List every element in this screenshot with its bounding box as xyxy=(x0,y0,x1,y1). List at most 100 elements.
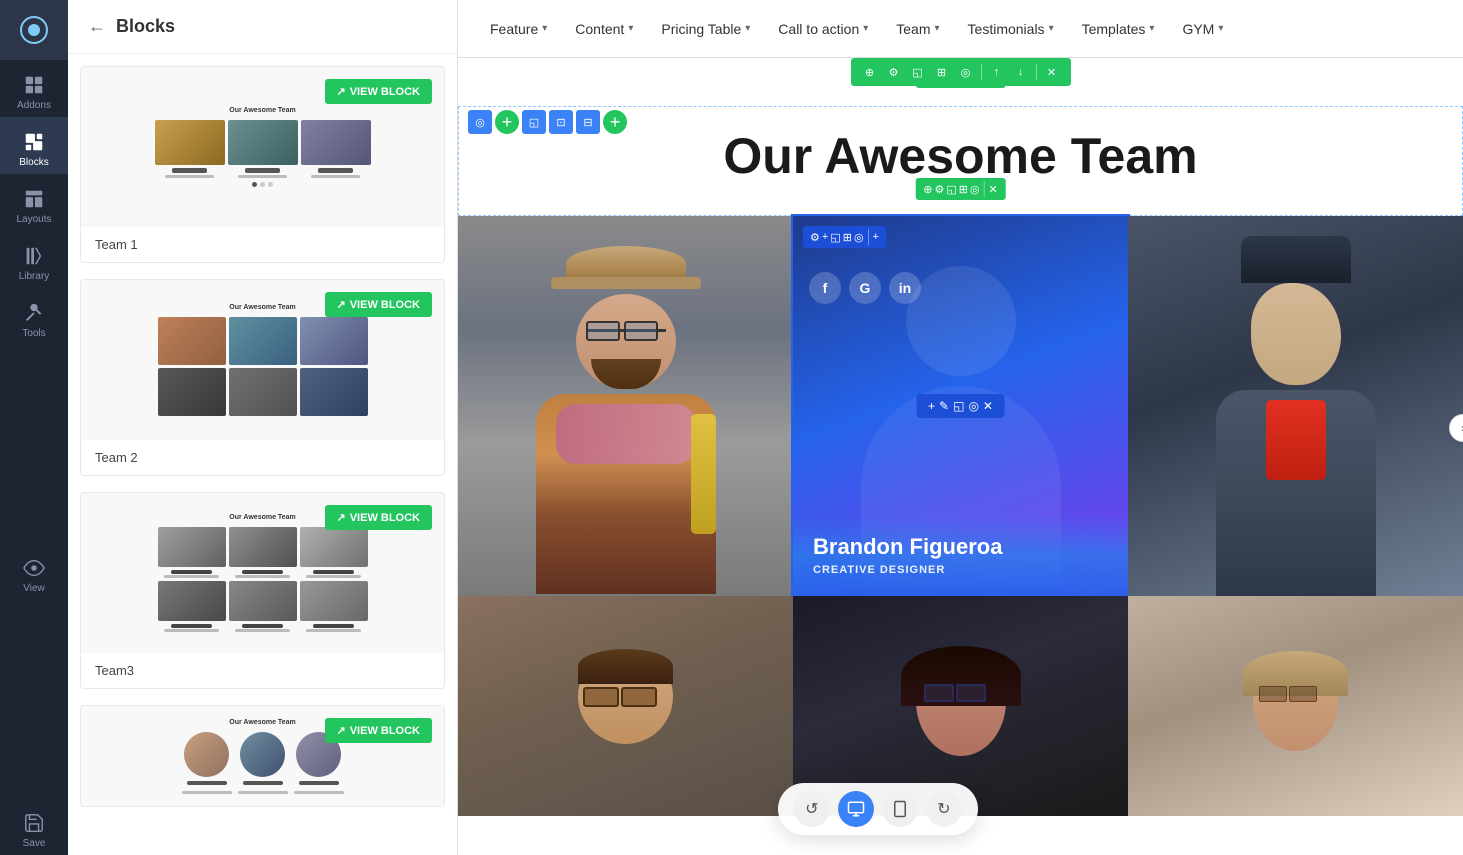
nav-gym[interactable]: GYM ▾ xyxy=(1170,13,1235,45)
back-arrow-icon[interactable]: ← xyxy=(88,16,106,37)
block-preview-team3[interactable]: ↗ VIEW BLOCK Our Awesome Team xyxy=(81,493,444,653)
chevron-down-icon: ▾ xyxy=(1149,23,1154,34)
card-visible-icon[interactable]: ◎ xyxy=(968,399,978,413)
chevron-down-icon: ▾ xyxy=(1049,23,1054,34)
chevron-down-icon: ▾ xyxy=(935,23,940,34)
row-clone-icon[interactable]: ⊞ xyxy=(931,61,953,83)
col-add-icon[interactable]: + xyxy=(822,231,828,243)
nav-cta[interactable]: Call to action ▾ xyxy=(766,13,880,45)
row-up-icon[interactable]: ↑ xyxy=(986,61,1008,83)
sidebar-item-save[interactable]: Save xyxy=(0,798,68,855)
page-title: Our Awesome Team xyxy=(459,127,1462,185)
view-block-btn-team3[interactable]: ↗ VIEW BLOCK xyxy=(325,505,433,530)
link-icon[interactable]: ⊡ xyxy=(549,110,573,134)
grid-row-toolbar: ⊕ ⚙ ◱ ⊞ ◎ ✕ xyxy=(915,178,1006,200)
bottom-photo-1 xyxy=(458,596,793,816)
block-preview-team2[interactable]: ↗ VIEW BLOCK Our Awesome Team xyxy=(81,280,444,440)
nav-team[interactable]: Team ▾ xyxy=(884,13,951,45)
blocks-panel-header: ← Blocks › xyxy=(68,0,457,54)
card-add-icon[interactable]: + xyxy=(928,399,935,413)
block-preview-team1[interactable]: ↗ VIEW BLOCK Our Awesome Team xyxy=(81,67,444,227)
block-item-team3: ↗ VIEW BLOCK Our Awesome Team xyxy=(80,492,445,689)
redo-button[interactable]: ↻ xyxy=(926,791,962,827)
tablet-view-button[interactable] xyxy=(882,791,918,827)
block-item-team4: ↗ VIEW BLOCK Our Awesome Team xyxy=(80,705,445,807)
bottom-toolbar: ↺ ↻ xyxy=(778,783,978,835)
chevron-down-icon: ▾ xyxy=(863,23,868,34)
sidebar-item-view[interactable]: View xyxy=(0,543,68,600)
app-logo xyxy=(0,0,68,60)
add-col-controls: ◎ + ◱ ⊡ ⊟ + xyxy=(468,110,627,134)
block-name-team2: Team 2 xyxy=(81,440,444,475)
chevron-down-icon: ▾ xyxy=(745,23,750,34)
team-photo-1 xyxy=(458,216,793,596)
facebook-icon[interactable]: f xyxy=(809,272,841,304)
view-block-btn-team4[interactable]: ↗ VIEW BLOCK xyxy=(325,718,433,743)
row-copy-icon[interactable]: ◱ xyxy=(907,61,929,83)
block-item-team2: ↗ VIEW BLOCK Our Awesome Team Team 2 xyxy=(80,279,445,476)
view-block-btn-team1[interactable]: ↗ VIEW BLOCK xyxy=(325,79,433,104)
chevron-down-icon: ▾ xyxy=(1218,23,1223,34)
col-clone-icon[interactable]: ⊞ xyxy=(843,231,852,244)
main-content: Feature ▾ Content ▾ Pricing Table ▾ Call… xyxy=(458,0,1463,855)
nav-templates[interactable]: Templates ▾ xyxy=(1070,13,1167,45)
canvas-area: ⊕ ⚙ ◱ ⊞ ◎ ↑ ↓ ✕ ◎ + ◱ ⊡ ⊟ xyxy=(458,58,1463,855)
sidebar-item-tools[interactable]: Tools xyxy=(0,288,68,345)
block-name-team1: Team 1 xyxy=(81,227,444,262)
card-copy-icon[interactable]: ◱ xyxy=(953,399,964,413)
card-edit-icon[interactable]: ✎ xyxy=(939,399,949,413)
sidebar: Addons Blocks Layouts Library Tools View… xyxy=(0,0,68,855)
block-preview-team4[interactable]: ↗ VIEW BLOCK Our Awesome Team xyxy=(81,706,444,806)
grid-move-icon[interactable]: ⊕ xyxy=(923,183,932,196)
col-settings-icon[interactable]: ⚙ xyxy=(810,231,820,244)
sidebar-item-addons[interactable]: Addons xyxy=(0,60,68,117)
sidebar-item-library[interactable]: Library xyxy=(0,231,68,288)
nav-feature[interactable]: Feature ▾ xyxy=(478,13,559,45)
page-container: ⊕ ⚙ ◱ ⊞ ◎ ↑ ↓ ✕ ◎ + ◱ ⊡ ⊟ xyxy=(458,58,1463,855)
copy-col-icon[interactable]: ◱ xyxy=(522,110,546,134)
nav-content[interactable]: Content ▾ xyxy=(563,13,645,45)
row-settings-icon[interactable]: ⚙ xyxy=(883,61,905,83)
team-photo-3 xyxy=(1128,216,1463,596)
nav-testimonials[interactable]: Testimonials ▾ xyxy=(956,13,1066,45)
sidebar-item-layouts[interactable]: Layouts xyxy=(0,174,68,231)
add-row-icon[interactable]: + xyxy=(603,110,627,134)
row-move-icon[interactable]: ⊕ xyxy=(859,61,881,83)
chevron-down-icon: ▾ xyxy=(628,23,633,34)
blocks-list: ↗ VIEW BLOCK Our Awesome Team xyxy=(68,54,457,855)
row-visible-icon[interactable]: ◎ xyxy=(955,61,977,83)
col-copy-icon[interactable]: ◱ xyxy=(830,231,840,244)
team-card-1 xyxy=(458,216,793,596)
row-down-icon[interactable]: ↓ xyxy=(1010,61,1032,83)
team-card-2[interactable]: ⚙ + ◱ ⊞ ◎ + f xyxy=(793,216,1128,596)
row-delete-icon[interactable]: ✕ xyxy=(1041,61,1063,83)
grid-clone-icon[interactable]: ⊞ xyxy=(959,183,968,196)
cols-icon[interactable]: ⊟ xyxy=(576,110,600,134)
desktop-view-button[interactable] xyxy=(838,791,874,827)
social-icons: f G in xyxy=(809,272,921,304)
card-inner-toolbar: + ✎ ◱ ◎ ✕ xyxy=(916,394,1005,418)
block-item-team1: ↗ VIEW BLOCK Our Awesome Team xyxy=(80,66,445,263)
team-card-role: CREATIVE DESIGNER xyxy=(813,564,1108,576)
view-block-btn-team2[interactable]: ↗ VIEW BLOCK xyxy=(325,292,433,317)
team-card-overlay: Brandon Figueroa CREATIVE DESIGNER xyxy=(793,514,1128,596)
grid-settings-icon[interactable]: ⚙ xyxy=(934,183,944,196)
google-icon[interactable]: G xyxy=(849,272,881,304)
team-grid-top: ⚙ + ◱ ⊞ ◎ + f xyxy=(458,216,1463,596)
add-column-icon[interactable]: + xyxy=(495,110,519,134)
grid-copy-icon[interactable]: ◱ xyxy=(946,183,956,196)
sidebar-item-blocks[interactable]: Blocks xyxy=(0,117,68,174)
nav-pricing[interactable]: Pricing Table ▾ xyxy=(649,13,762,45)
grid-delete-icon[interactable]: ✕ xyxy=(989,183,998,196)
circle-icon[interactable]: ◎ xyxy=(468,110,492,134)
undo-button[interactable]: ↺ xyxy=(794,791,830,827)
col-visible-icon[interactable]: ◎ xyxy=(854,231,864,244)
team-grid-section: ⊕ ⚙ ◱ ⊞ ◎ ✕ xyxy=(458,216,1463,816)
linkedin-icon[interactable]: in xyxy=(889,272,921,304)
col-add2-icon[interactable]: + xyxy=(873,231,879,243)
block-name-team3: Team3 xyxy=(81,653,444,688)
chevron-down-icon: ▾ xyxy=(542,23,547,34)
team-card-bottom-3 xyxy=(1128,596,1463,816)
grid-visible-icon[interactable]: ◎ xyxy=(970,183,980,196)
card-delete-icon[interactable]: ✕ xyxy=(983,399,993,413)
